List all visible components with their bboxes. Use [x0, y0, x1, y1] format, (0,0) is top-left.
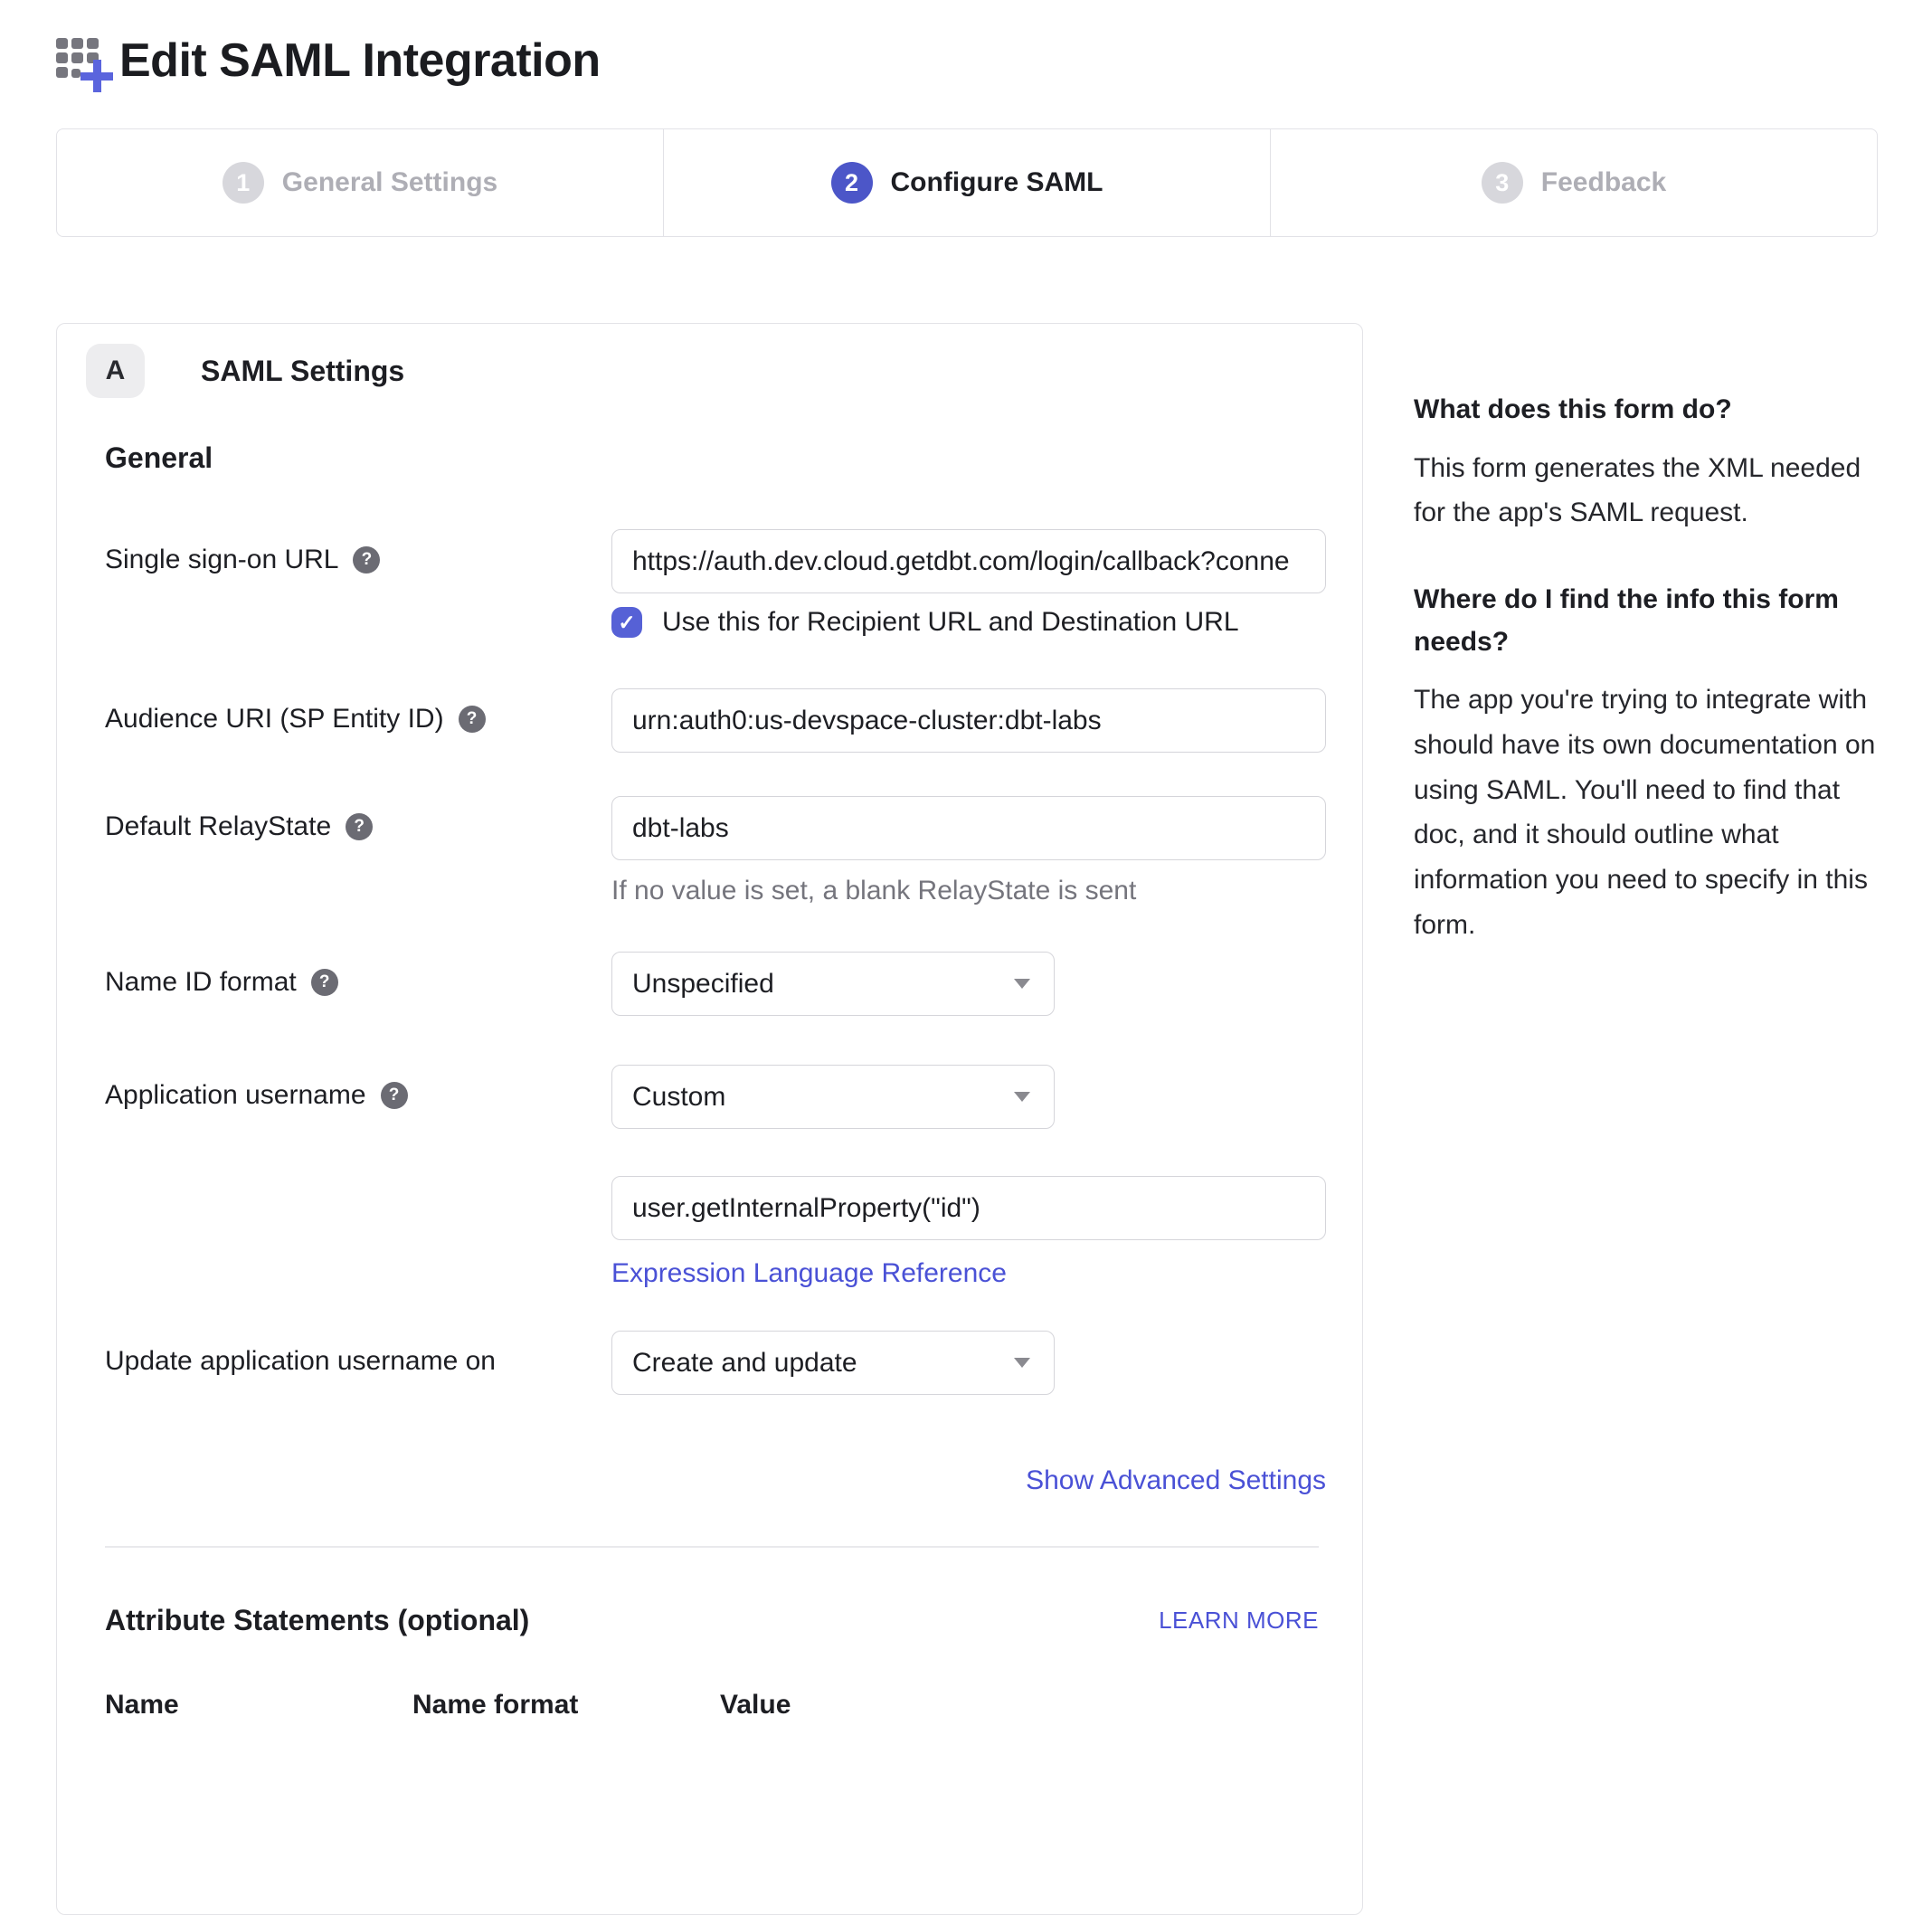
name-id-format-row: Name ID format ? Unspecified: [105, 952, 1317, 1016]
relay-state-input[interactable]: [611, 796, 1326, 860]
step-number-badge: 1: [223, 162, 264, 204]
section-a-badge: A: [86, 344, 145, 398]
audience-uri-row: Audience URI (SP Entity ID) ?: [105, 688, 1317, 753]
step-feedback[interactable]: 3 Feedback: [1270, 129, 1877, 236]
section-divider: [105, 1546, 1319, 1548]
step-label: General Settings: [282, 167, 497, 198]
field-label-cell: Name ID format ?: [105, 952, 611, 998]
column-header-name-format: Name format: [412, 1690, 720, 1721]
card-heading: SAML Settings: [201, 355, 404, 388]
recipient-url-checkbox-row: ✓ Use this for Recipient URL and Destina…: [611, 607, 1326, 638]
help-icon[interactable]: ?: [346, 813, 373, 840]
name-id-format-select[interactable]: Unspecified: [611, 952, 1055, 1016]
help-icon[interactable]: ?: [459, 706, 486, 733]
audience-uri-label: Audience URI (SP Entity ID): [105, 704, 444, 735]
sso-url-label: Single sign-on URL: [105, 545, 338, 575]
relay-state-row: Default RelayState ? If no value is set,…: [105, 796, 1317, 906]
relay-state-label: Default RelayState: [105, 811, 331, 842]
plus-icon: [80, 60, 113, 92]
update-username-label: Update application username on: [105, 1346, 496, 1377]
field-label-cell: [105, 1176, 611, 1191]
learn-more-link[interactable]: LEARN MORE: [1159, 1607, 1319, 1635]
help-icon[interactable]: ?: [381, 1082, 408, 1109]
custom-expression-input[interactable]: [611, 1176, 1326, 1240]
audience-uri-input[interactable]: [611, 688, 1326, 753]
update-username-row: Update application username on Create an…: [105, 1331, 1317, 1395]
caret-down-icon: [1014, 1358, 1030, 1368]
saml-app-icon: [56, 27, 112, 94]
help-section-heading: Where do I find the info this form needs…: [1414, 579, 1878, 663]
name-id-format-label: Name ID format: [105, 967, 297, 998]
general-section-title: General: [105, 441, 1317, 475]
field-control-cell: ✓ Use this for Recipient URL and Destina…: [611, 529, 1326, 638]
attribute-statements-columns: Name Name format Value: [105, 1690, 1319, 1721]
custom-expression-row: Expression Language Reference: [105, 1176, 1317, 1289]
application-username-select[interactable]: Custom: [611, 1065, 1055, 1129]
selected-value: Create and update: [632, 1348, 1014, 1379]
page-header: Edit SAML Integration: [56, 27, 1932, 94]
sso-url-row: Single sign-on URL ? ✓ Use this for Reci…: [105, 529, 1317, 638]
relay-state-hint: If no value is set, a blank RelayState i…: [611, 876, 1326, 906]
attribute-statements-heading: Attribute Statements (optional): [105, 1604, 1159, 1637]
page-title: Edit SAML Integration: [119, 33, 601, 88]
field-control-cell: Create and update: [611, 1331, 1326, 1395]
help-icon[interactable]: ?: [353, 546, 380, 574]
field-label-cell: Update application username on: [105, 1331, 611, 1377]
application-username-label: Application username: [105, 1080, 366, 1111]
help-section: What does this form do? This form genera…: [1414, 389, 1878, 536]
recipient-url-checkbox[interactable]: ✓: [611, 607, 642, 638]
step-wizard: 1 General Settings 2 Configure SAML 3 Fe…: [56, 128, 1878, 237]
attribute-statements-header: Attribute Statements (optional) LEARN MO…: [105, 1604, 1319, 1637]
saml-form: Single sign-on URL ? ✓ Use this for Reci…: [105, 529, 1317, 1721]
caret-down-icon: [1014, 979, 1030, 989]
selected-value: Unspecified: [632, 969, 1014, 1000]
step-number-badge: 2: [831, 162, 873, 204]
field-label-cell: Single sign-on URL ?: [105, 529, 611, 575]
field-control-cell: Custom: [611, 1065, 1326, 1129]
field-label-cell: Application username ?: [105, 1065, 611, 1111]
field-label-cell: Audience URI (SP Entity ID) ?: [105, 688, 611, 735]
field-control-cell: Expression Language Reference: [611, 1176, 1326, 1289]
step-number-badge: 3: [1482, 162, 1523, 204]
column-header-value: Value: [720, 1690, 791, 1721]
sso-url-input[interactable]: [611, 529, 1326, 593]
step-general-settings[interactable]: 1 General Settings: [57, 129, 663, 236]
show-advanced-settings-link[interactable]: Show Advanced Settings: [1026, 1465, 1326, 1495]
help-section-body: This form generates the XML needed for t…: [1414, 446, 1878, 536]
field-control-cell: Unspecified: [611, 952, 1326, 1016]
step-configure-saml[interactable]: 2 Configure SAML: [663, 129, 1270, 236]
column-header-name: Name: [105, 1690, 412, 1721]
step-label: Feedback: [1541, 167, 1666, 198]
advanced-settings-row: Show Advanced Settings: [105, 1465, 1326, 1496]
field-control-cell: [611, 688, 1326, 753]
caret-down-icon: [1014, 1092, 1030, 1102]
help-section-heading: What does this form do?: [1414, 389, 1878, 431]
help-section: Where do I find the info this form needs…: [1414, 579, 1878, 948]
selected-value: Custom: [632, 1082, 1014, 1113]
field-control-cell: If no value is set, a blank RelayState i…: [611, 796, 1326, 906]
help-section-body: The app you're trying to integrate with …: [1414, 678, 1878, 948]
field-label-cell: Default RelayState ?: [105, 796, 611, 842]
update-username-select[interactable]: Create and update: [611, 1331, 1055, 1395]
help-sidebar: What does this form do? This form genera…: [1414, 323, 1878, 948]
expression-language-reference-link[interactable]: Expression Language Reference: [611, 1258, 1007, 1289]
card-header: A SAML Settings: [105, 344, 1317, 398]
help-icon[interactable]: ?: [311, 969, 338, 996]
saml-settings-card: A SAML Settings General Single sign-on U…: [56, 323, 1363, 1915]
step-label: Configure SAML: [891, 167, 1103, 198]
application-username-row: Application username ? Custom: [105, 1065, 1317, 1129]
recipient-url-checkbox-label: Use this for Recipient URL and Destinati…: [662, 607, 1239, 638]
content-area: A SAML Settings General Single sign-on U…: [56, 323, 1878, 1915]
